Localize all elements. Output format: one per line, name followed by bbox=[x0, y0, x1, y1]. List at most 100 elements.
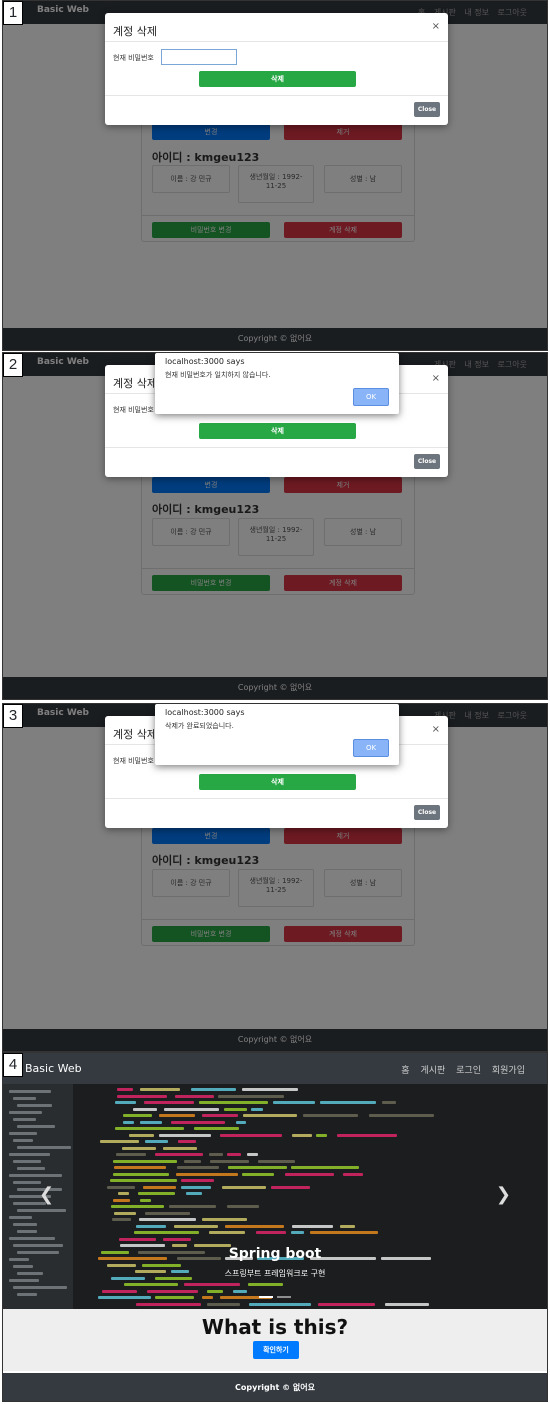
close-icon[interactable]: × bbox=[432, 724, 440, 735]
file-tree-entry bbox=[17, 1293, 37, 1296]
modal-close-button[interactable]: Close bbox=[414, 454, 440, 469]
code-text-fragment bbox=[209, 1231, 245, 1234]
password-input[interactable] bbox=[161, 49, 237, 65]
question-heading: What is this? bbox=[201, 1315, 349, 1339]
nav-link-signup[interactable]: 회원가입 bbox=[492, 1066, 525, 1076]
password-label: 현재 비밀번호 bbox=[113, 757, 154, 765]
code-text-fragment bbox=[291, 1166, 359, 1169]
code-text-fragment bbox=[303, 1114, 358, 1117]
code-text-fragment bbox=[113, 1198, 130, 1202]
code-text-fragment bbox=[209, 1153, 223, 1156]
code-text-fragment bbox=[112, 1218, 131, 1221]
code-text-fragment bbox=[114, 1211, 136, 1215]
modal-footer-divider bbox=[105, 798, 448, 799]
code-text-fragment bbox=[207, 1289, 223, 1293]
file-tree-entry bbox=[13, 1118, 36, 1121]
chevron-left-icon[interactable]: ❮ bbox=[39, 1184, 54, 1205]
code-text-fragment bbox=[316, 1133, 327, 1137]
modal-close-button[interactable]: Close bbox=[414, 805, 440, 820]
code-text-fragment bbox=[248, 1283, 283, 1286]
hero-subtitle: 스프링부트 프레임워크로 구현 bbox=[224, 1269, 326, 1278]
code-text-fragment bbox=[292, 1133, 312, 1137]
modal-close-button[interactable]: Close bbox=[414, 102, 440, 117]
hero-carousel: ❮ ❯ Spring boot 스프링부트 프레임워크로 구현 bbox=[3, 1084, 547, 1309]
code-text-fragment bbox=[159, 1133, 211, 1137]
code-text-fragment bbox=[124, 1283, 178, 1286]
code-text-fragment bbox=[139, 1218, 196, 1221]
code-text-fragment bbox=[242, 1088, 298, 1091]
code-text-fragment bbox=[222, 1185, 266, 1189]
code-text-fragment bbox=[220, 1133, 282, 1137]
code-text-fragment bbox=[285, 1172, 334, 1176]
alert-origin: localhost:3000 says bbox=[165, 357, 245, 366]
navbar-brand[interactable]: Basic Web bbox=[25, 1062, 82, 1075]
jumbotron: What is this? 확인하기 bbox=[3, 1309, 547, 1371]
carousel-indicator-1[interactable] bbox=[259, 1296, 273, 1298]
code-text-fragment bbox=[140, 1120, 162, 1124]
hero-title: Spring boot bbox=[228, 1246, 322, 1262]
panel-number: 4 bbox=[3, 1053, 23, 1077]
file-tree-entry bbox=[9, 1111, 42, 1114]
code-text-fragment bbox=[111, 1205, 164, 1208]
file-tree-entry bbox=[13, 1286, 67, 1289]
file-tree-entry bbox=[9, 1153, 50, 1156]
code-text-fragment bbox=[385, 1302, 429, 1306]
delete-submit-button[interactable]: 삭제 bbox=[199, 774, 356, 790]
code-text-fragment bbox=[114, 1166, 166, 1169]
close-icon[interactable]: × bbox=[432, 21, 440, 32]
code-text-fragment bbox=[118, 1192, 129, 1195]
code-text-fragment bbox=[117, 1088, 133, 1091]
code-text-fragment bbox=[116, 1153, 146, 1156]
code-text-fragment bbox=[102, 1289, 137, 1293]
nav-link-board[interactable]: 게시판 bbox=[420, 1066, 445, 1076]
chevron-right-icon[interactable]: ❯ bbox=[496, 1184, 511, 1205]
password-label: 현재 비밀번호 bbox=[113, 406, 154, 414]
carousel-indicator-2[interactable] bbox=[277, 1296, 291, 1298]
code-text-fragment bbox=[225, 1224, 284, 1228]
code-text-fragment bbox=[117, 1094, 167, 1098]
file-tree-entry bbox=[9, 1132, 37, 1135]
code-text-fragment bbox=[174, 1224, 218, 1228]
nav-link-login[interactable]: 로그인 bbox=[456, 1066, 481, 1076]
code-text-fragment bbox=[136, 1224, 166, 1228]
close-icon[interactable]: × bbox=[432, 373, 440, 384]
code-text-fragment bbox=[256, 1231, 286, 1234]
code-text-fragment bbox=[318, 1302, 375, 1306]
screenshot-panel-2: 2 Basic Web 게시판 내 정보 로그아웃 변경 제거 아이디 : km… bbox=[2, 352, 548, 700]
code-text-fragment bbox=[249, 1302, 311, 1306]
code-text-fragment bbox=[140, 1198, 151, 1202]
delete-submit-button[interactable]: 삭제 bbox=[199, 71, 356, 87]
confirm-button[interactable]: 확인하기 bbox=[253, 1341, 299, 1359]
code-text-fragment bbox=[119, 1237, 156, 1241]
modal-footer-divider bbox=[105, 95, 448, 96]
code-text-fragment bbox=[340, 1224, 355, 1228]
code-text-fragment bbox=[218, 1094, 284, 1098]
code-text-fragment bbox=[202, 1218, 247, 1221]
code-text-fragment bbox=[163, 1237, 191, 1241]
file-tree-entry bbox=[17, 1104, 52, 1107]
file-tree-entry bbox=[17, 1230, 37, 1233]
code-text-fragment bbox=[177, 1166, 219, 1169]
file-tree-entry bbox=[17, 1167, 45, 1170]
code-text-fragment bbox=[227, 1205, 259, 1208]
alert-ok-button[interactable]: OK bbox=[353, 388, 389, 406]
code-text-fragment bbox=[251, 1107, 263, 1111]
navbar-links: 홈 게시판 로그인 회원가입 bbox=[393, 1063, 525, 1076]
file-tree-entry bbox=[13, 1160, 41, 1163]
nav-link-home[interactable]: 홈 bbox=[401, 1066, 409, 1076]
code-text-fragment bbox=[164, 1107, 219, 1111]
alert-ok-button[interactable]: OK bbox=[353, 739, 389, 757]
panel-number: 2 bbox=[3, 353, 23, 377]
file-tree-entry bbox=[17, 1146, 71, 1149]
code-text-fragment bbox=[258, 1159, 295, 1163]
code-text-fragment bbox=[178, 1140, 196, 1143]
code-text-fragment bbox=[155, 1153, 203, 1156]
code-text-fragment bbox=[113, 1172, 169, 1176]
code-text-fragment bbox=[129, 1133, 154, 1137]
code-text-fragment bbox=[199, 1101, 268, 1104]
delete-submit-button[interactable]: 삭제 bbox=[199, 423, 356, 439]
code-text-fragment bbox=[122, 1146, 156, 1150]
file-tree-entry bbox=[9, 1174, 62, 1177]
code-text-fragment bbox=[186, 1192, 202, 1195]
modal-title: 계정 삭제 bbox=[113, 377, 157, 390]
